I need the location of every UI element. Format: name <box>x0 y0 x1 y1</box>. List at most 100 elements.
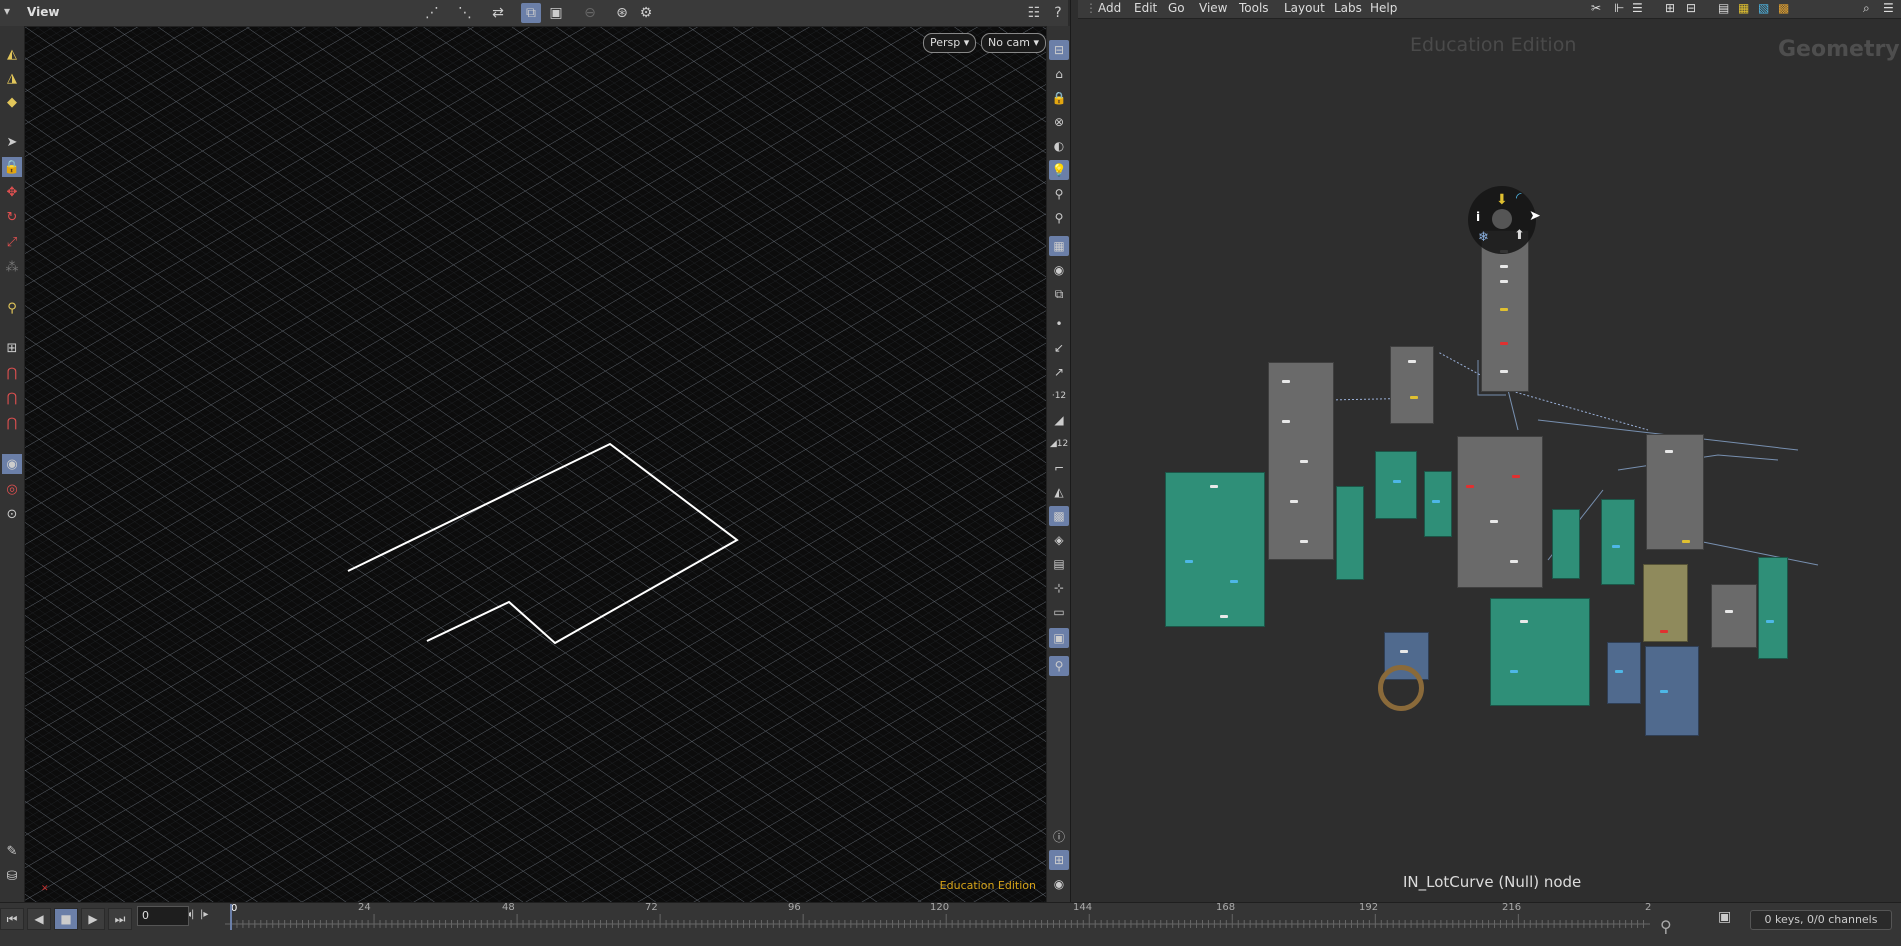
jump-end-icon[interactable]: ⏭ <box>108 908 132 930</box>
lock-icon[interactable]: 🔒 <box>2 157 22 177</box>
keys-channels-info[interactable]: 0 keys, 0/0 channels <box>1750 910 1892 930</box>
freeze-flag-icon[interactable]: ❄ <box>1478 230 1489 245</box>
snap-icon[interactable]: ⊛ <box>612 3 632 23</box>
step-keys-forward-icon[interactable]: |▸ <box>200 909 208 920</box>
network-box[interactable] <box>1601 499 1635 585</box>
select-arrow-icon[interactable]: ➤ <box>2 132 22 152</box>
normal-display-icon[interactable]: ↙ <box>1049 338 1069 358</box>
light-icon[interactable]: 💡 <box>1049 160 1069 180</box>
visibility-icon[interactable]: ◉ <box>1049 260 1069 280</box>
network-box[interactable] <box>1424 471 1452 537</box>
point-display-icon[interactable]: • <box>1049 314 1069 334</box>
close-viewport-icon[interactable]: ⊗ <box>1049 112 1069 132</box>
audio-icon[interactable]: ▣ <box>1718 909 1731 925</box>
point-number-icon[interactable]: ·12 <box>1049 386 1069 406</box>
background-image-icon[interactable]: ▤ <box>1049 554 1069 574</box>
key-tool-icon[interactable]: ⚲ <box>1660 917 1672 936</box>
selected-node-ring[interactable] <box>1378 665 1424 711</box>
info-icon[interactable]: ⓘ <box>1049 826 1069 846</box>
snapshot-icon[interactable]: ▣ <box>1049 628 1069 648</box>
network-box[interactable] <box>1490 598 1590 706</box>
flipbook-icon[interactable]: ⚲ <box>1049 656 1069 676</box>
ghost-icon[interactable]: ⌂ <box>1049 64 1069 84</box>
select-edges-icon[interactable]: ⋱ <box>455 3 475 23</box>
checker-icon[interactable]: ▩ <box>1049 506 1069 526</box>
origin-axes-icon[interactable]: ⊹ <box>1049 578 1069 598</box>
persp-dropdown[interactable]: Persp ▾ <box>923 33 977 53</box>
pose-tool-icon[interactable]: ⁂ <box>2 257 22 277</box>
record-icon[interactable]: ◎ <box>2 479 22 499</box>
network-box[interactable] <box>1646 434 1704 550</box>
node-radial-menu[interactable]: ⬇ ◜ i ❄ ⬆ <box>1468 186 1536 254</box>
step-back-icon[interactable]: ◀ <box>27 908 51 930</box>
help-icon[interactable]: ? <box>1048 3 1068 23</box>
settings-icon[interactable]: ⚙ <box>636 3 656 23</box>
scale-tool-icon[interactable]: ⤢ <box>2 232 22 252</box>
camera-view-icon[interactable]: ▦ <box>1049 236 1069 256</box>
lock-camera-icon[interactable]: 🔒 <box>1049 88 1069 108</box>
viewport-toolbar: ▾ View ⋰ ⋱ ⇄ ⧉ ▣ ⊖ ⊛ ⚙ ☷ ? <box>0 0 1068 27</box>
headlight-icon[interactable]: ⚲ <box>1049 208 1069 228</box>
select-points-icon[interactable]: ⋰ <box>422 3 442 23</box>
display-flag-icon[interactable]: ⬇ <box>1496 192 1508 208</box>
pen-tool-icon[interactable]: ✎ <box>2 841 22 861</box>
network-box[interactable] <box>1552 509 1580 579</box>
render-icon[interactable]: ◉ <box>2 454 22 474</box>
network-box[interactable] <box>1711 584 1757 648</box>
network-box[interactable] <box>1375 451 1417 519</box>
grid-tool-icon[interactable]: ⊞ <box>2 338 22 358</box>
network-box[interactable] <box>1481 230 1529 392</box>
network-box[interactable] <box>1758 557 1788 659</box>
jump-start-icon[interactable]: ⏮ <box>0 908 24 930</box>
education-edition-watermark: Education Edition <box>939 879 1036 892</box>
network-box[interactable] <box>1607 642 1641 704</box>
pane-menu-icon[interactable]: ▾ <box>4 4 10 18</box>
grid-toggle-icon[interactable]: ▭ <box>1049 602 1069 622</box>
current-frame-input[interactable]: 0 <box>137 906 189 926</box>
bulb-icon[interactable]: ⚲ <box>1049 184 1069 204</box>
camera-icon[interactable]: ⊙ <box>2 504 22 524</box>
info-flag-icon[interactable]: i <box>1476 210 1480 224</box>
mouse-cursor-icon: ➤ <box>1529 208 1541 224</box>
network-box[interactable] <box>1457 436 1543 588</box>
disabled-icon: ⊖ <box>584 5 596 21</box>
move-tool-icon[interactable]: ✥ <box>2 182 22 202</box>
play-icon[interactable]: ▶ <box>81 908 105 930</box>
uv-display-icon[interactable]: ◭ <box>1049 482 1069 502</box>
shading-icon[interactable]: ◐ <box>1049 136 1069 156</box>
stop-icon[interactable]: ■ <box>54 908 78 930</box>
hull-display-icon[interactable]: ⌐ <box>1049 458 1069 478</box>
visualize-icon[interactable]: ◉ <box>1049 874 1069 894</box>
brush-tool-icon[interactable]: ◮ <box>2 68 22 88</box>
bypass-flag-icon[interactable]: ⬆ <box>1514 228 1525 243</box>
template-icon[interactable]: ⧉ <box>1049 284 1069 304</box>
network-box[interactable] <box>1165 472 1265 627</box>
template-flag-icon[interactable]: ◜ <box>1516 190 1521 206</box>
layout-icon[interactable]: ⊞ <box>1049 850 1069 870</box>
view-tool-icon[interactable]: ⚲ <box>2 298 22 318</box>
viewport-grid <box>25 27 1046 902</box>
prim-display-icon[interactable]: ◢ <box>1049 410 1069 430</box>
rotate-tool-icon[interactable]: ↻ <box>2 207 22 227</box>
select-prims-icon[interactable]: ⇄ <box>488 3 508 23</box>
paint-bucket-icon[interactable]: ⛁ <box>2 866 22 886</box>
snap-grid-icon[interactable]: ⋂ <box>2 413 22 433</box>
vector-display-icon[interactable]: ↗ <box>1049 362 1069 382</box>
network-box[interactable] <box>1336 486 1364 580</box>
tick-label: 120 <box>930 902 950 913</box>
select-objects-icon[interactable]: ▣ <box>546 3 566 23</box>
network-box[interactable] <box>1645 646 1699 736</box>
snap-magnet-icon[interactable]: ⋂ <box>2 388 22 408</box>
network-box[interactable] <box>1390 346 1434 424</box>
tick-label: 216 <box>1502 902 1522 913</box>
display-options-icon[interactable]: ☷ <box>1024 3 1044 23</box>
paint-tool-icon[interactable]: ◆ <box>2 92 22 112</box>
toggle-display-icon[interactable]: ⊟ <box>1049 40 1069 60</box>
magnet-icon[interactable]: ⋂ <box>2 363 22 383</box>
camera-dropdown[interactable]: No cam ▾ <box>981 33 1046 53</box>
prim-number-icon[interactable]: ◢12 <box>1049 434 1069 454</box>
3d-viewport[interactable]: Persp ▾ No cam ▾ Education Edition ✕ <box>25 27 1046 902</box>
texture-icon[interactable]: ◈ <box>1049 530 1069 550</box>
handle-tool-icon[interactable]: ◭ <box>2 44 22 64</box>
select-groups-icon[interactable]: ⧉ <box>521 3 541 23</box>
